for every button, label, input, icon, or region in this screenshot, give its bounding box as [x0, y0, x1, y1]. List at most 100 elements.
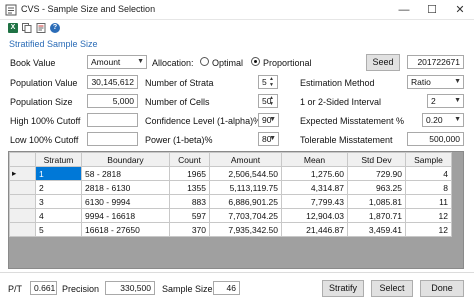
- stratify-button[interactable]: Stratify: [322, 280, 364, 297]
- table-cell[interactable]: 963.25: [347, 180, 406, 195]
- population-value-label: Population Value: [10, 78, 78, 88]
- column-header[interactable]: Sample: [405, 152, 452, 167]
- estimation-method-select[interactable]: Ratio ▼: [407, 75, 464, 89]
- table-cell[interactable]: 6,886,901.25: [209, 194, 282, 209]
- table-cell[interactable]: 4: [405, 166, 452, 181]
- help-icon[interactable]: ?: [50, 23, 60, 33]
- table-cell[interactable]: 6130 - 9994: [81, 194, 170, 209]
- optimal-radio[interactable]: [200, 57, 209, 66]
- tolerable-misstatement-field[interactable]: 500,000: [407, 132, 464, 146]
- low-cutoff-field[interactable]: [87, 132, 138, 146]
- sided-interval-select[interactable]: 2 ▼: [427, 94, 464, 108]
- close-button[interactable]: ✕: [446, 0, 474, 20]
- table-cell[interactable]: 7,799.43: [281, 194, 348, 209]
- table-cell[interactable]: 1,275.60: [281, 166, 348, 181]
- table-cell[interactable]: 729.90: [347, 166, 406, 181]
- table-row[interactable]: 3 6130 - 9994 883 6,886,901.25 7,799.43 …: [9, 194, 452, 209]
- confidence-label: Confidence Level (1-alpha)%: [145, 116, 262, 126]
- population-value-field[interactable]: 30,145,612: [87, 75, 138, 89]
- table-cell[interactable]: 7,935,342.50: [209, 222, 282, 237]
- book-value-select[interactable]: Amount ▼: [87, 55, 147, 69]
- number-of-cells-label: Number of Cells: [145, 97, 210, 107]
- table-row[interactable]: 2 2818 - 6130 1355 5,113,119.75 4,314.87…: [9, 180, 452, 195]
- minimize-button[interactable]: —: [390, 0, 418, 20]
- row-header[interactable]: [9, 222, 36, 237]
- column-header[interactable]: Std Dev: [347, 152, 406, 167]
- table-cell[interactable]: 12,904.03: [281, 208, 348, 223]
- select-button[interactable]: Select: [371, 280, 413, 297]
- table-cell[interactable]: 11: [405, 194, 452, 209]
- document-icon[interactable]: [36, 23, 46, 33]
- chevron-down-icon: ▼: [269, 116, 276, 123]
- allocation-label: Allocation:: [152, 58, 194, 68]
- table-cell[interactable]: 2,506,544.50: [209, 166, 282, 181]
- table-cell[interactable]: 8: [405, 180, 452, 195]
- table-cell[interactable]: 597: [169, 208, 210, 223]
- table-cell[interactable]: 5,113,119.75: [209, 180, 282, 195]
- table-cell[interactable]: 883: [169, 194, 210, 209]
- table-cell[interactable]: 21,446.87: [281, 222, 348, 237]
- current-row-indicator-icon: ▸: [9, 166, 36, 181]
- table-cell[interactable]: 5: [35, 222, 82, 237]
- seed-button[interactable]: Seed: [366, 54, 400, 71]
- column-header[interactable]: Boundary: [81, 152, 170, 167]
- population-size-field[interactable]: 5,000: [87, 94, 138, 108]
- copy-icon[interactable]: [22, 23, 32, 33]
- number-of-cells-stepper[interactable]: 50 ▲ ▼: [258, 94, 278, 108]
- table-cell[interactable]: 4,314.87: [281, 180, 348, 195]
- table-cell[interactable]: 58 - 2818: [81, 166, 170, 181]
- column-header[interactable]: Stratum: [35, 152, 82, 167]
- power-select[interactable]: 80 ▼: [258, 132, 279, 146]
- spinner-arrows-icon[interactable]: ▲ ▼: [267, 95, 276, 107]
- table-row[interactable]: 4 9994 - 16618 597 7,703,704.25 12,904.0…: [9, 208, 452, 223]
- number-of-strata-stepper[interactable]: 5 ▲ ▼: [258, 75, 278, 89]
- confidence-select[interactable]: 90 ▼: [258, 113, 279, 127]
- done-button[interactable]: Done: [420, 280, 464, 297]
- table-cell[interactable]: 4: [35, 208, 82, 223]
- row-header[interactable]: [9, 208, 36, 223]
- excel-icon[interactable]: X: [8, 23, 18, 33]
- precision-label: Precision: [62, 284, 100, 294]
- table-cell[interactable]: 1965: [169, 166, 210, 181]
- high-cutoff-field[interactable]: [87, 113, 138, 127]
- optimal-label: Optimal: [212, 58, 244, 68]
- table-cell[interactable]: 1,870.71: [347, 208, 406, 223]
- expected-misstatement-select[interactable]: 0.20 ▼: [422, 113, 464, 127]
- table-cell[interactable]: 9994 - 16618: [81, 208, 170, 223]
- table-header-row: Stratum Boundary Count Amount Mean Std D…: [9, 152, 452, 167]
- table-row[interactable]: ▸ 1 58 - 2818 1965 2,506,544.50 1,275.60…: [9, 166, 452, 181]
- proportional-radio[interactable]: [251, 57, 260, 66]
- chevron-down-icon: ▼: [454, 116, 461, 123]
- table-cell[interactable]: 16618 - 27650: [81, 222, 170, 237]
- maximize-button[interactable]: ☐: [418, 0, 446, 20]
- table-row[interactable]: 5 16618 - 27650 370 7,935,342.50 21,446.…: [9, 222, 452, 237]
- proportional-label: Proportional: [263, 58, 312, 68]
- table-cell[interactable]: 1,085.81: [347, 194, 406, 209]
- pt-label: P/T: [8, 284, 23, 294]
- table-cell[interactable]: 2818 - 6130: [81, 180, 170, 195]
- chevron-down-icon: ▼: [454, 97, 461, 104]
- table-cell[interactable]: 12: [405, 222, 452, 237]
- column-header[interactable]: Count: [169, 152, 210, 167]
- expected-misstatement-label: Expected Misstatement %: [300, 116, 405, 126]
- row-header-corner: [9, 152, 36, 167]
- spinner-arrows-icon[interactable]: ▲ ▼: [267, 76, 276, 88]
- estimation-method-label: Estimation Method: [300, 78, 375, 88]
- table-cell[interactable]: 1355: [169, 180, 210, 195]
- low-cutoff-label: Low 100% Cutoff: [10, 135, 79, 145]
- table-cell[interactable]: 3: [35, 194, 82, 209]
- row-header[interactable]: [9, 180, 36, 195]
- seed-field[interactable]: 201722671: [407, 55, 464, 69]
- row-header[interactable]: [9, 194, 36, 209]
- column-header[interactable]: Amount: [209, 152, 282, 167]
- table-cell[interactable]: 3,459.41: [347, 222, 406, 237]
- table-cell[interactable]: 7,703,704.25: [209, 208, 282, 223]
- table-cell[interactable]: 2: [35, 180, 82, 195]
- expected-misstatement-selected: 0.20: [426, 115, 443, 125]
- strata-grid[interactable]: Stratum Boundary Count Amount Mean Std D…: [8, 151, 464, 269]
- estimation-method-selected: Ratio: [411, 77, 431, 87]
- table-cell[interactable]: 1: [35, 166, 82, 181]
- column-header[interactable]: Mean: [281, 152, 348, 167]
- table-cell[interactable]: 12: [405, 208, 452, 223]
- table-cell[interactable]: 370: [169, 222, 210, 237]
